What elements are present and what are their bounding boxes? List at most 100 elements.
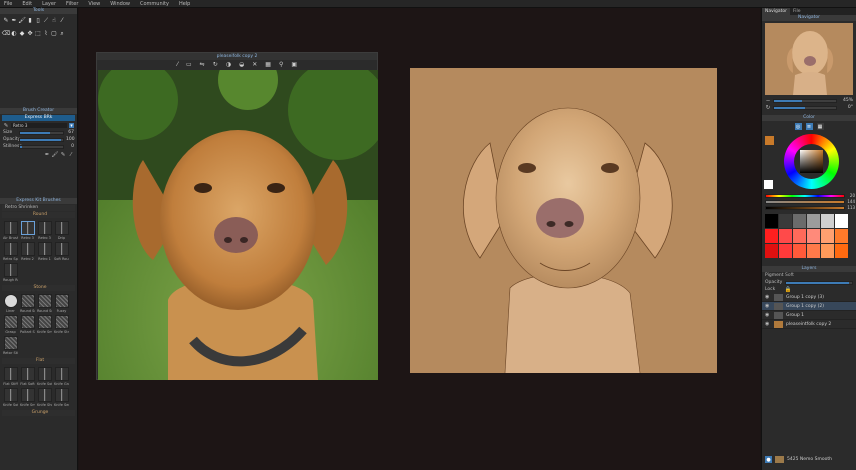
grayscale-icon[interactable]: ◑ [226, 61, 231, 68]
brush-preset[interactable]: Knife Soft [3, 388, 18, 407]
lock-icon[interactable]: 🔒 [785, 287, 792, 293]
navigator-thumbnail[interactable] [765, 23, 853, 95]
eraser-icon[interactable]: ⌫ [2, 29, 10, 38]
stillness-slider[interactable] [19, 144, 64, 149]
pigment-value[interactable]: Soft [785, 273, 853, 278]
color-swatch[interactable] [807, 229, 820, 243]
blend-icon[interactable]: ◐ [11, 29, 17, 38]
zoom-value[interactable]: 45% [839, 98, 853, 103]
color-swatch[interactable] [779, 229, 792, 243]
brush-preset[interactable]: Liner [3, 294, 18, 313]
color-swatch[interactable] [821, 214, 834, 228]
smudge-icon[interactable]: ☝ [51, 16, 57, 25]
brush-preset[interactable]: Flat Soft [20, 367, 35, 386]
value-value[interactable]: 113 [847, 205, 855, 210]
select-icon[interactable]: ▢ [51, 29, 57, 38]
color-swatch[interactable] [821, 229, 834, 243]
brush-preset[interactable]: Fuzzy [54, 294, 69, 313]
menu-view[interactable]: View [88, 0, 100, 8]
color-swatch[interactable] [835, 244, 848, 258]
knife-icon[interactable]: ⟋ [43, 16, 49, 25]
layer-row[interactable]: ◉ Group 1 copy (3) [762, 293, 856, 302]
saturation-slider[interactable]: 144 [765, 199, 855, 204]
brush-name[interactable]: Retro 3 [11, 123, 67, 128]
brush-preset[interactable]: Knife Sedu [54, 388, 69, 407]
layer-opacity-slider[interactable] [785, 280, 853, 285]
pin-icon[interactable]: ⚲ [279, 61, 283, 68]
color-swatch[interactable] [807, 244, 820, 258]
move-icon[interactable]: ✥ [27, 29, 33, 38]
bottom-brush-row[interactable]: ● 5425 Nemo Smooth [762, 455, 856, 464]
brush-preset-title[interactable]: Express BRk [2, 115, 75, 121]
rotation-value[interactable]: 0° [839, 105, 853, 110]
menu-layer[interactable]: Layer [42, 0, 56, 8]
brush-preset[interactable]: Round Soft [20, 294, 35, 313]
eye-icon[interactable]: ◉ [765, 321, 771, 327]
color-swatch[interactable] [793, 244, 806, 258]
menu-community[interactable]: Community [140, 0, 169, 8]
pen-icon[interactable]: ✒ [11, 16, 17, 25]
saturation-value[interactable]: 144 [847, 199, 855, 204]
menu-edit[interactable]: Edit [22, 0, 32, 8]
stillness-value[interactable]: 0 [66, 144, 74, 149]
value-slider[interactable]: 113 [765, 205, 855, 210]
eyedropper-icon[interactable]: ⁄ [68, 152, 74, 158]
hue-slider[interactable]: 20 [765, 193, 855, 198]
size-slider[interactable] [19, 130, 64, 135]
brush-preset[interactable]: Retor Stiph [3, 336, 18, 355]
color-swatch[interactable] [835, 214, 848, 228]
eye-icon[interactable]: ◉ [765, 294, 771, 300]
color-swatch[interactable] [793, 214, 806, 228]
brush-preset[interactable]: Knife Smooth [20, 388, 35, 407]
brush-preset[interactable]: Knife Streg [54, 315, 69, 334]
brush-preset[interactable]: Soft Round 2 [54, 242, 69, 261]
hue-ring[interactable] [784, 134, 839, 189]
section-grunge[interactable]: Grunge [2, 410, 75, 416]
color-swatch[interactable] [821, 244, 834, 258]
layer-row[interactable]: ◉ pleaseintfolk copy 2 [762, 320, 856, 329]
reference-window[interactable]: pleaseifolk copy 2 ⁄ ▭ ⇋ ↻ ◑ ◒ ✕ ▦ ⚲ ▣ [96, 52, 378, 380]
opacity-slider[interactable] [19, 137, 64, 142]
brush-preset[interactable]: Flat Stiff [3, 367, 18, 386]
menu-window[interactable]: Window [110, 0, 130, 8]
section-stone[interactable]: Stone [2, 285, 75, 291]
opacity-value[interactable]: 100 [66, 137, 75, 142]
brush-preset[interactable]: Retro 1 [37, 242, 52, 261]
color-swatch[interactable] [807, 214, 820, 228]
reference-title[interactable]: pleaseifolk copy 2 [97, 53, 377, 60]
color-swatch[interactable] [779, 244, 792, 258]
brush-preset[interactable]: Air Brush [3, 221, 18, 240]
fit-icon[interactable]: ▭ [186, 61, 192, 68]
color-swatch[interactable] [765, 244, 778, 258]
eye-icon[interactable]: ◉ [765, 303, 771, 309]
brush-preset[interactable]: Retro 3 [20, 221, 35, 240]
palette-mode-icon[interactable]: ▦ [816, 123, 824, 130]
brush-icon[interactable]: 🖌 [52, 152, 59, 158]
zoom-slider[interactable] [773, 98, 837, 103]
value-square[interactable] [800, 150, 823, 173]
rotate-icon[interactable]: ↻ [765, 105, 771, 111]
section-flat[interactable]: Flat [2, 358, 75, 364]
grid-icon[interactable]: ▦ [265, 61, 271, 68]
brush-preset[interactable]: Grasp [3, 315, 18, 334]
airbrush-icon[interactable]: ▯ [35, 16, 41, 25]
color-swatch[interactable] [835, 229, 848, 243]
brush-preset[interactable]: Knife Shop [37, 388, 52, 407]
wheel-mode-icon[interactable]: ◎ [794, 123, 802, 130]
dropdown-icon[interactable]: ▾ [69, 123, 74, 129]
image-icon[interactable]: ▣ [291, 61, 297, 68]
brush-preset[interactable]: Drip [54, 221, 69, 240]
drawing-canvas[interactable] [410, 68, 717, 373]
layer-row[interactable]: ◉ Group 1 [762, 311, 856, 320]
brushes-subtitle[interactable]: Retro Shrinken [2, 205, 75, 211]
brush-preset[interactable]: Knife Grainy [54, 367, 69, 386]
brush-preset[interactable]: Retro Spot [3, 242, 18, 261]
marker-icon[interactable]: ▮ [27, 16, 33, 25]
color-wheel[interactable] [762, 132, 856, 192]
fill-icon[interactable]: ◆ [19, 29, 25, 38]
brush-preset[interactable]: Retro 3 [37, 221, 52, 240]
lasso-icon[interactable]: ⌇ [43, 29, 49, 38]
color-swatch[interactable] [765, 214, 778, 228]
eyedropper-icon[interactable]: ⁄ [177, 61, 178, 68]
color-swatch[interactable] [793, 229, 806, 243]
